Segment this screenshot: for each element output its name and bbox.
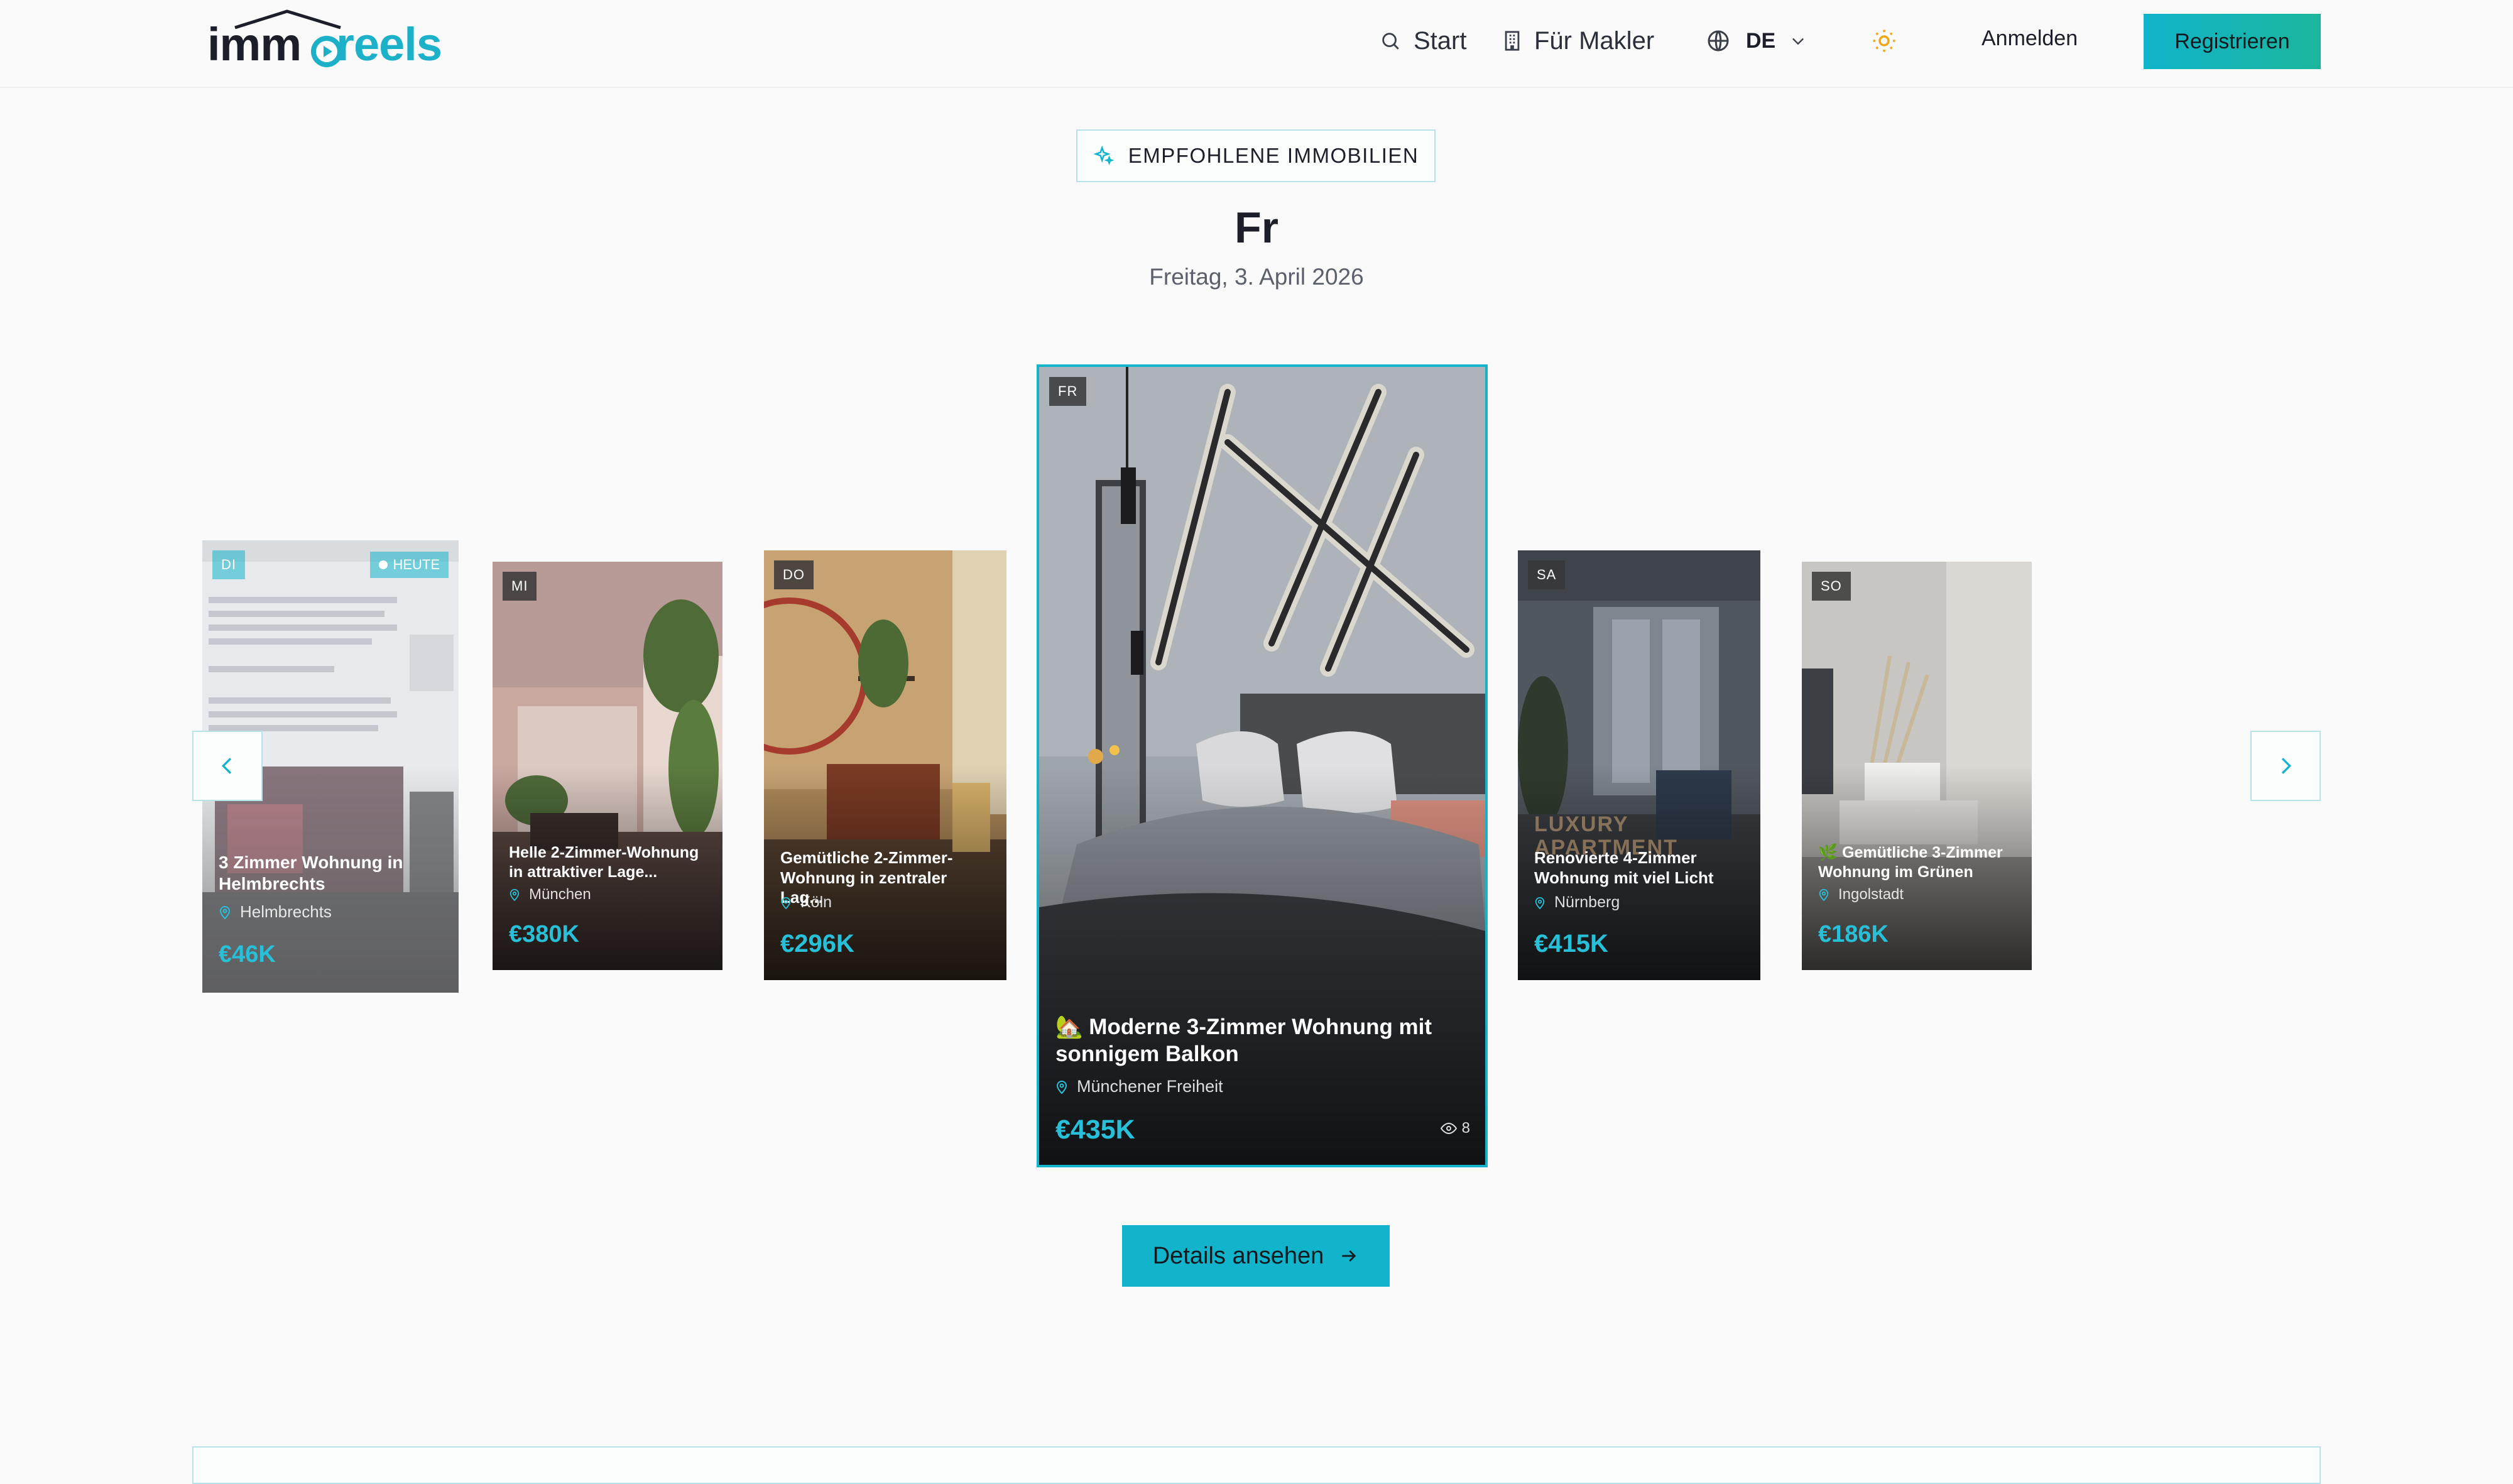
eye-icon xyxy=(1440,1123,1457,1134)
top-navbar: imm reels Start Für Makler DE Anmelden Re… xyxy=(0,0,2513,88)
card-location-label: Helmbrechts xyxy=(240,902,332,921)
details-button-label: Details ansehen xyxy=(1152,1242,1324,1269)
property-card[interactable]: LUXURY APARTMENT SA Renovierte 4-Zimmer … xyxy=(1518,550,1760,980)
building-icon xyxy=(1505,31,1520,51)
nav-fuer-makler[interactable]: Für Makler xyxy=(1503,25,1654,57)
card-price: €380K xyxy=(509,921,579,947)
card-location-label: Köln xyxy=(800,893,832,911)
card-price: €415K xyxy=(1534,930,1608,958)
map-pin-icon xyxy=(219,905,231,919)
day-tag: FR xyxy=(1049,377,1087,406)
property-card-active[interactable]: FR 🏡 Moderne 3-Zimmer Wohnung mit sonnig… xyxy=(1037,364,1488,1167)
card-price: €435K xyxy=(1055,1115,1135,1145)
nav-fuer-makler-label: Für Makler xyxy=(1534,26,1655,55)
theme-toggle-sun-icon[interactable] xyxy=(1871,28,1897,54)
next-section-edge xyxy=(192,1446,2321,1484)
card-gradient xyxy=(1518,550,1760,980)
day-tag: DI xyxy=(212,550,245,579)
day-tag: MI xyxy=(503,572,537,601)
chevron-down-icon xyxy=(1792,38,1804,45)
map-pin-icon xyxy=(1056,1080,1067,1094)
property-card[interactable]: DO Gemütliche 2-Zimmer-Wohnung in zentra… xyxy=(764,550,1006,980)
sparkles-icon xyxy=(1093,145,1115,166)
card-price: €296K xyxy=(780,930,854,958)
card-location: Ingolstadt xyxy=(1818,886,1904,903)
card-location: Helmbrechts xyxy=(219,902,332,922)
card-gradient xyxy=(1802,562,2032,970)
card-location: Köln xyxy=(780,893,832,912)
card-title: 🏡 Moderne 3-Zimmer Wohnung mit sonnigem … xyxy=(1055,1015,1432,1066)
chevron-left-icon xyxy=(221,758,232,774)
map-pin-icon xyxy=(781,897,791,909)
details-button[interactable]: Details ansehen xyxy=(1122,1225,1390,1287)
property-card[interactable]: MI Helle 2-Zimmer-Wohnung in attraktiver… xyxy=(493,562,722,970)
language-label: DE xyxy=(1746,28,1776,53)
nav-start[interactable]: Start xyxy=(1380,25,1466,57)
featured-badge-label: EMPFOHLENE IMMOBILIEN xyxy=(1128,144,1419,167)
card-location: Münchener Freiheit xyxy=(1055,1077,1223,1096)
featured-badge: EMPFOHLENE IMMOBILIEN xyxy=(1076,129,1436,182)
search-icon xyxy=(1382,33,1399,50)
card-title: Renovierte 4-Zimmer Wohnung mit viel Lic… xyxy=(1534,848,1714,887)
card-location: München xyxy=(509,886,591,903)
language-selector[interactable]: DE xyxy=(1706,25,1807,57)
card-location-label: München xyxy=(529,886,591,903)
globe-icon xyxy=(1708,30,1729,52)
card-location: Nürnberg xyxy=(1534,893,1620,912)
selected-date: Freitag, 3. April 2026 xyxy=(1149,264,1364,290)
today-badge-label: HEUTE xyxy=(393,557,440,572)
day-tag: SA xyxy=(1528,560,1566,589)
map-pin-icon xyxy=(1819,889,1829,902)
card-price: €46K xyxy=(219,941,276,968)
login-link[interactable]: Anmelden xyxy=(1982,26,2078,51)
card-title: Helle 2-Zimmer-Wohnung in attraktiver La… xyxy=(509,844,699,881)
day-tag: DO xyxy=(774,560,814,589)
selected-day-title: Fr xyxy=(1235,203,1278,252)
card-title: 🌿 Gemütliche 3-Zimmer Wohnung im Grünen xyxy=(1818,844,2003,881)
card-location-label: Münchener Freiheit xyxy=(1077,1077,1223,1096)
play-icon xyxy=(311,36,342,67)
arrow-right-icon xyxy=(1342,1250,1356,1262)
map-pin-icon xyxy=(510,889,520,902)
register-button[interactable]: Registrieren xyxy=(2144,14,2321,69)
card-location-label: Nürnberg xyxy=(1554,893,1620,911)
card-location-label: Ingolstadt xyxy=(1838,886,1904,903)
view-count: 8 xyxy=(1440,1120,1470,1137)
live-dot-icon xyxy=(379,560,388,569)
card-price: €186K xyxy=(1818,921,1889,947)
carousel-prev-button[interactable] xyxy=(192,731,263,801)
nav-start-label: Start xyxy=(1414,26,1467,55)
card-gradient xyxy=(493,562,722,970)
carousel-next-button[interactable] xyxy=(2250,731,2321,801)
day-tag: SO xyxy=(1812,572,1851,601)
chevron-right-icon xyxy=(2281,758,2292,774)
card-title: 3 Zimmer Wohnung in Helmbrechts xyxy=(219,853,403,894)
view-count-label: 8 xyxy=(1461,1120,1470,1137)
today-badge: HEUTE xyxy=(370,552,449,578)
property-card[interactable]: SO 🌿 Gemütliche 3-Zimmer Wohnung im Grün… xyxy=(1802,562,2032,970)
card-gradient xyxy=(764,550,1006,980)
map-pin-icon xyxy=(1535,897,1545,909)
